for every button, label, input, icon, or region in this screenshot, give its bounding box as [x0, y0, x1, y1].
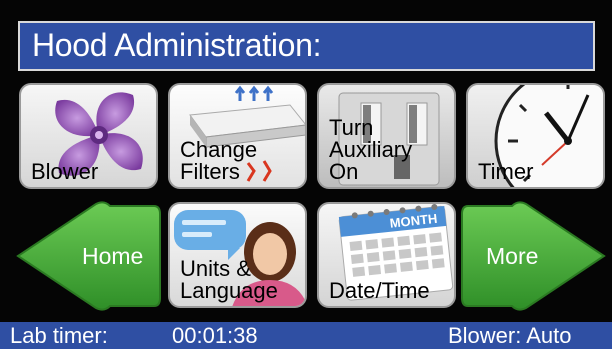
turn-auxiliary-on-button[interactable]: Turn Auxiliary On: [317, 83, 456, 189]
blower-label: Blower: [31, 159, 99, 184]
change-filters-button[interactable]: Change Filters: [168, 83, 307, 189]
units-language-label: Units & Language: [180, 256, 278, 303]
home-button[interactable]: Home: [14, 200, 164, 312]
lab-timer-label: Lab timer:: [10, 323, 108, 348]
timer-button[interactable]: Timer: [466, 83, 605, 189]
timer-label: Timer: [478, 159, 534, 184]
lab-timer-value: 00:01:38: [172, 323, 258, 348]
change-filters-label: Change Filters: [180, 137, 258, 184]
more-button[interactable]: More: [458, 200, 608, 312]
status-bar: Lab timer: 00:01:38 Blower: Auto: [0, 322, 612, 349]
more-label: More: [486, 243, 539, 269]
home-label: Home: [82, 243, 144, 269]
blower-button[interactable]: Blower: [19, 83, 158, 189]
hood-admin-screen: Hood Administration: Blower Change Filte…: [0, 0, 612, 349]
turn-auxiliary-on-label: Turn Auxiliary On: [329, 115, 413, 184]
page-title: Hood Administration:: [32, 27, 322, 63]
date-time-label: Date/Time: [329, 278, 430, 303]
title-bar: Hood Administration:: [18, 21, 595, 71]
date-time-button[interactable]: MONTH Date/Time: [317, 202, 456, 308]
blower-status: Blower: Auto: [448, 323, 572, 348]
units-language-button[interactable]: Units & Language: [168, 202, 307, 308]
